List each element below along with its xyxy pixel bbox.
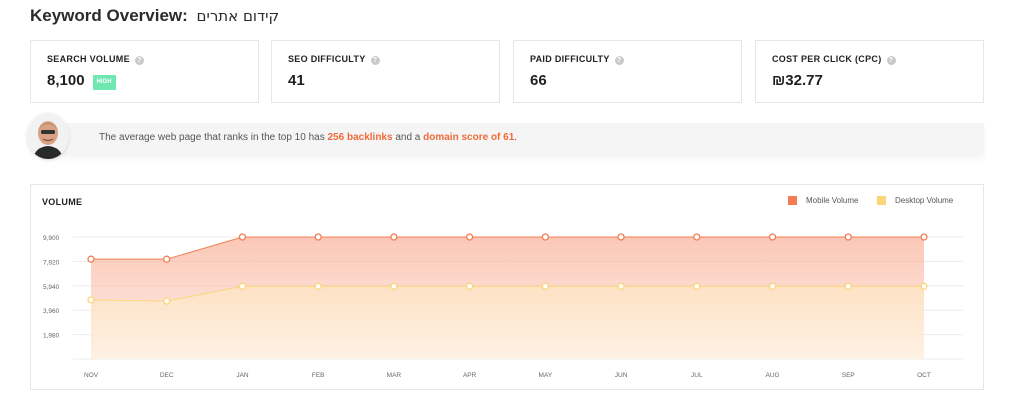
help-icon[interactable]: ? [886, 56, 896, 65]
volume-chart-card: VOLUME Mobile Volume Desktop Volume 1,98… [30, 184, 984, 390]
seo-difficulty-label: SEO DIFFICULTY [288, 54, 366, 64]
mobile-data-point[interactable] [238, 233, 247, 241]
x-tick-label: NOV [84, 372, 99, 379]
desktop-data-point[interactable] [693, 282, 701, 290]
page-title: Keyword Overview: קידום אתרים [30, 6, 279, 26]
desktop-data-point[interactable] [920, 282, 928, 290]
help-icon[interactable]: ? [370, 56, 380, 65]
y-tick-label: 1,980 [43, 333, 60, 340]
y-tick-label: 9,900 [43, 235, 60, 242]
search-volume-label: SEARCH VOLUME [47, 54, 130, 64]
paid-difficulty-label: PAID DIFFICULTY [530, 54, 610, 64]
desktop-data-point[interactable] [768, 282, 777, 290]
volume-level-badge: HIGH [92, 75, 116, 90]
avatar [27, 113, 69, 159]
mobile-data-point[interactable] [87, 255, 95, 263]
x-tick-label: JUN [615, 372, 628, 379]
x-tick-label: JAN [236, 372, 249, 379]
desktop-data-point[interactable] [163, 297, 171, 305]
y-tick-label: 7,920 [43, 259, 60, 266]
cpc-card: COST PER CLICK (CPC)? ₪32.77 [755, 40, 984, 103]
desktop-data-point[interactable] [314, 282, 322, 290]
mobile-data-point[interactable] [390, 233, 398, 241]
desktop-data-point[interactable] [617, 282, 625, 290]
x-tick-label: APR [463, 372, 477, 379]
mobile-data-point[interactable] [844, 233, 852, 241]
x-tick-label: FEB [312, 372, 325, 379]
keyword-text: קידום אתרים [196, 7, 280, 25]
x-tick-label: AUG [765, 372, 779, 379]
mobile-data-point[interactable] [693, 233, 701, 241]
x-tick-label: MAR [387, 372, 402, 379]
mobile-data-point[interactable] [541, 233, 550, 241]
x-tick-label: DEC [160, 372, 174, 379]
help-icon[interactable]: ? [134, 56, 144, 65]
mobile-data-point[interactable] [163, 255, 171, 263]
mobile-data-point[interactable] [920, 233, 928, 241]
y-tick-label: 3,960 [43, 308, 60, 315]
desktop-data-point[interactable] [844, 282, 852, 290]
x-tick-label: MAY [539, 372, 553, 379]
seo-difficulty-card: SEO DIFFICULTY? 41 [271, 40, 500, 103]
y-tick-label: 5,940 [43, 284, 60, 291]
x-tick-label: OCT [917, 372, 931, 379]
x-tick-label: JUL [691, 372, 703, 379]
desktop-data-point[interactable] [541, 282, 550, 290]
desktop-area [91, 286, 924, 359]
mobile-data-point[interactable] [617, 233, 625, 241]
mobile-data-point[interactable] [465, 233, 474, 241]
mobile-data-point[interactable] [314, 233, 322, 241]
cpc-label: COST PER CLICK (CPC) [772, 54, 882, 64]
paid-difficulty-card: PAID DIFFICULTY? 66 [513, 40, 742, 103]
desktop-data-point[interactable] [238, 282, 247, 290]
avatar-face-icon [27, 113, 69, 159]
desktop-data-point[interactable] [390, 282, 398, 290]
paid-difficulty-value: 66 [530, 72, 547, 89]
insight-text: The average web page that ranks in the t… [99, 132, 518, 143]
domain-score-highlight: domain score of 61 [423, 132, 515, 143]
x-tick-label: SEP [842, 372, 855, 379]
volume-chart: 1,980 3,960 5,940 7,920 9,900 NOV DEC JAN FEB MAR… [43, 233, 963, 379]
help-icon[interactable]: ? [614, 56, 624, 65]
mobile-data-point[interactable] [768, 233, 777, 241]
backlinks-highlight: 256 backlinks [327, 132, 393, 143]
desktop-data-point[interactable] [465, 282, 474, 290]
search-volume-value: 8,100 [47, 72, 85, 89]
desktop-data-point[interactable] [87, 296, 95, 304]
search-volume-card: SEARCH VOLUME? 8,100 HIGH [30, 40, 259, 103]
page-title-label: Keyword Overview: [30, 6, 188, 25]
insight-banner: The average web page that ranks in the t… [52, 123, 984, 155]
seo-difficulty-value: 41 [288, 72, 305, 89]
cpc-value: ₪32.77 [772, 72, 823, 89]
